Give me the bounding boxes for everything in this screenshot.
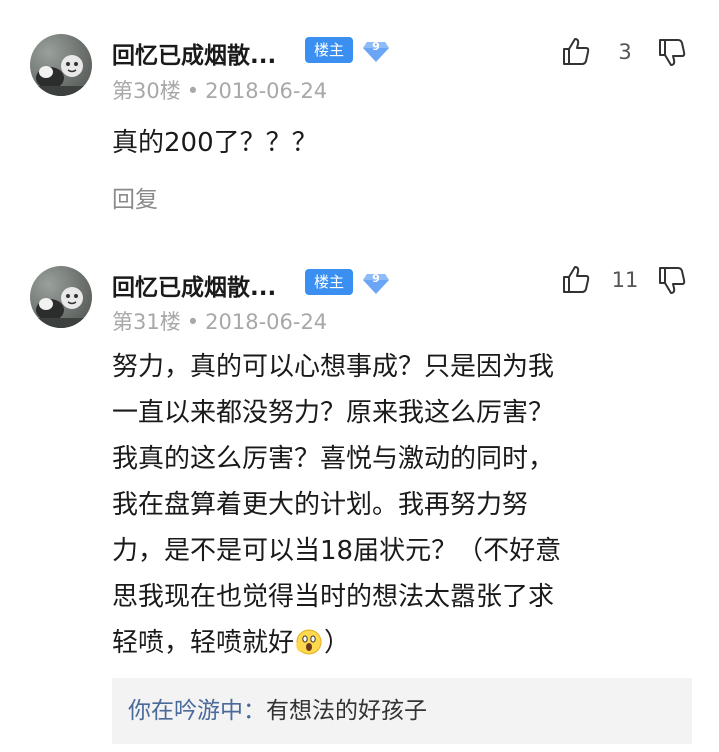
comment-line: 我真的这么厉害？喜悦与激动的同时， [112,444,555,474]
avatar-image [34,55,88,96]
author-name[interactable]: 回忆已成烟散... [112,268,276,302]
reply-button[interactable]: 回复 [112,180,158,214]
comment-line: 一直以来都没努力？原来我这么厉害？ [112,398,555,428]
sub-reply-text: 有想法的好孩子 [266,698,427,724]
level-badge: 9 [362,36,390,64]
floor-number: 第31楼 [112,310,181,334]
comment-line-tail: ） [324,628,351,658]
thumbs-up-icon [563,266,590,293]
post-date: 2018-06-24 [205,310,328,334]
comment-line: 轻喷，轻喷就好 ） [112,620,692,666]
screaming-face-emoji [296,629,322,655]
meta-separator: • [186,310,200,334]
comment-post: 回忆已成烟散... 楼主 9 第30楼 • 2018-06-24 3 真的200了？… [0,0,719,240]
avatar[interactable] [30,34,92,96]
thumbs-down-icon [659,267,686,294]
sub-reply[interactable]: 你在吟游中：有想法的好孩子 [112,678,692,744]
like-button[interactable] [560,36,592,68]
level-number: 9 [372,272,380,285]
comment-line: 力，是不是可以当18届状元？（不好意 [112,536,562,566]
dislike-button[interactable] [656,264,688,296]
op-badge: 楼主 [305,269,354,295]
like-count: 11 [611,268,639,292]
thumbs-up-icon [563,38,590,65]
op-badge: 楼主 [305,37,354,63]
sub-reply-author[interactable]: 你在吟游中 [128,698,243,724]
comment-line-text: 轻喷，轻喷就好 [112,628,295,658]
author-name[interactable]: 回忆已成烟散... [112,36,276,70]
comment-line: 努力，真的可以心想事成？只是因为我 [112,352,555,382]
avatar[interactable] [30,266,92,328]
thumbs-down-icon [659,39,686,66]
post-date: 2018-06-24 [205,79,328,103]
like-button[interactable] [560,264,592,296]
comment-line: 思我现在也觉得当时的想法太嚣张了求 [112,582,555,612]
meta-separator: • [186,79,200,103]
comment-text: 真的200了？？？ [112,128,318,158]
level-badge: 9 [362,268,390,296]
level-number: 9 [372,40,380,53]
sub-reply-colon: ： [243,698,266,724]
dislike-button[interactable] [656,36,688,68]
post-meta: 第30楼 • 2018-06-24 [112,75,327,105]
post-meta: 第31楼 • 2018-06-24 [112,306,327,336]
floor-number: 第30楼 [112,79,181,103]
like-count: 3 [618,40,632,64]
comment-text: 努力，真的可以心想事成？只是因为我 一直以来都没努力？原来我这么厉害？ 我真的这… [112,344,692,666]
comment-post: 回忆已成烟散... 楼主 9 第31楼 • 2018-06-24 11 努力，真的可… [0,240,719,752]
comment-line: 我在盘算着更大的计划。我再努力努 [112,490,529,520]
avatar-image [34,287,88,328]
